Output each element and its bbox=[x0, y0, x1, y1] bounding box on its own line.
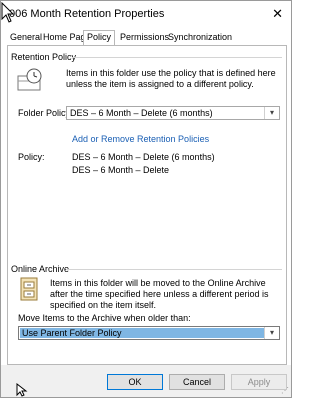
cancel-button[interactable]: Cancel bbox=[169, 374, 225, 390]
archive-age-value: Use Parent Folder Policy bbox=[20, 328, 264, 338]
folder-policy-dropdown[interactable]: DES – 6 Month – Delete (6 months) ▾ bbox=[66, 106, 280, 120]
chevron-down-icon: ▾ bbox=[264, 107, 279, 119]
close-icon[interactable]: ✕ bbox=[272, 6, 283, 22]
retention-clock-icon bbox=[17, 68, 42, 91]
online-archive-heading: Online Archive bbox=[11, 264, 70, 274]
archive-cabinet-icon bbox=[20, 277, 38, 301]
retention-divider bbox=[72, 57, 282, 58]
add-remove-retention-policies-link[interactable]: Add or Remove Retention Policies bbox=[72, 134, 209, 144]
tab-permissions[interactable]: Permissions bbox=[117, 31, 172, 44]
folder-policy-value: DES – 6 Month – Delete (6 months) bbox=[70, 108, 213, 118]
retention-policy-heading: Retention Policy bbox=[11, 52, 77, 62]
mouse-pointer-icon bbox=[16, 383, 28, 397]
tab-synchronization[interactable]: Synchronization bbox=[165, 31, 235, 44]
properties-dialog: 006 Month Retention Properties ✕ General… bbox=[0, 0, 292, 398]
chevron-down-icon: ▾ bbox=[264, 327, 279, 339]
archive-description: Items in this folder will be moved to th… bbox=[50, 278, 269, 310]
ok-button[interactable]: OK bbox=[107, 374, 163, 390]
policy-label: Policy: bbox=[18, 152, 45, 162]
archive-age-dropdown[interactable]: Use Parent Folder Policy ▾ bbox=[18, 326, 280, 340]
tab-policy[interactable]: Policy bbox=[83, 30, 116, 46]
mouse-pointer-icon bbox=[1, 2, 15, 23]
window-title: 006 Month Retention Properties bbox=[9, 8, 165, 20]
resize-grip-icon[interactable]: ⋰ bbox=[281, 386, 289, 395]
tab-strip: General Home Page Policy Permissions Syn… bbox=[7, 30, 285, 46]
policy-line-2: DES – 6 Month – Delete bbox=[72, 165, 170, 175]
folder-policy-label: Folder Policy: bbox=[18, 108, 73, 118]
retention-description: Items in this folder use the policy that… bbox=[66, 68, 276, 89]
archive-divider bbox=[66, 269, 282, 270]
move-items-label: Move Items to the Archive when older tha… bbox=[18, 313, 191, 323]
title-bar: 006 Month Retention Properties ✕ bbox=[1, 1, 291, 27]
policy-line-1: DES – 6 Month – Delete (6 months) bbox=[72, 152, 215, 162]
apply-button[interactable]: Apply bbox=[231, 374, 287, 390]
policy-tab-panel: Retention Policy Items in this folder us… bbox=[7, 45, 287, 365]
